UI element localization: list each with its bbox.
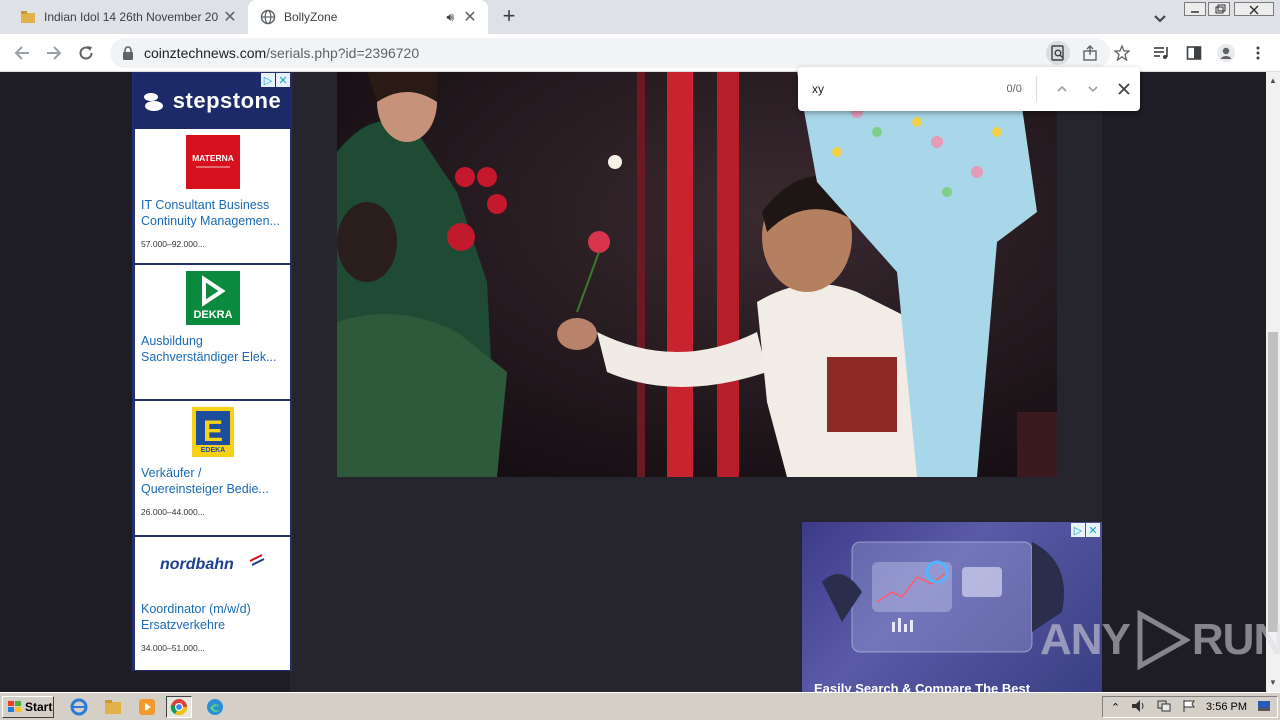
tab-bollyzone[interactable]: BollyZone 🔊︎ ✕ (248, 0, 488, 34)
page-scrollbar[interactable]: ▲ ▼ (1266, 72, 1280, 692)
find-in-page-icon[interactable] (1046, 41, 1070, 65)
web-page: stepstone ▷ ✕ MATERNA IT Consultant Busi… (0, 72, 1266, 692)
svg-text:nordbahn: nordbahn (160, 556, 234, 573)
media-player-icon[interactable] (134, 696, 160, 718)
clock[interactable]: 3:56 PM (1206, 701, 1247, 713)
ad-listing[interactable]: MATERNA IT Consultant Business Continuit… (135, 129, 290, 263)
edge-icon[interactable] (202, 696, 228, 718)
ad-job-title-cont[interactable]: Ersatzverkehre (141, 617, 284, 633)
windows-logo-icon (8, 701, 21, 712)
ad-job-title-cont[interactable]: Sachverständiger Elek... (141, 349, 284, 365)
svg-text:DEKRA: DEKRA (193, 309, 232, 321)
chevron-down-icon[interactable] (1150, 8, 1170, 28)
watermark-text-left: ANY (1040, 615, 1131, 664)
svg-text:E: E (202, 415, 222, 448)
nordbahn-logo-icon: nordbahn (160, 554, 264, 573)
scroll-down-arrow-icon[interactable]: ▼ (1269, 678, 1277, 687)
left-ad-banner[interactable]: stepstone ▷ ✕ MATERNA IT Consultant Busi… (132, 72, 292, 671)
ad-job-title[interactable]: Ausbildung (141, 333, 284, 349)
close-window-icon[interactable] (1234, 2, 1274, 16)
dekra-logo-icon: DEKRA (185, 271, 240, 325)
scrollbar-thumb[interactable] (1268, 332, 1278, 632)
start-button[interactable]: Start (2, 696, 54, 718)
ad-close-icon[interactable]: ✕ (276, 73, 290, 87)
find-bar: 0/0 (798, 67, 1140, 111)
audio-playing-icon[interactable]: 🔊︎ (446, 10, 454, 25)
tray-expand-icon[interactable]: ⌃ (1111, 701, 1120, 714)
ad-brand-name: stepstone (172, 88, 282, 113)
ad-salary: 34.000–51.000... (141, 643, 205, 653)
find-match-count: 0/0 (1006, 83, 1022, 95)
materna-logo-icon: MATERNA (185, 135, 240, 189)
kebab-menu-icon[interactable] (1246, 41, 1270, 65)
ad-choices-icon[interactable]: ▷ (1071, 523, 1085, 537)
tab-title: BollyZone (284, 10, 338, 24)
anyrun-watermark: ANY RUN (1040, 610, 1280, 670)
chrome-icon[interactable] (166, 696, 192, 718)
windows-taskbar: Start ⌃ 3:56 PM (0, 692, 1280, 720)
ad-listing[interactable]: nordbahn Koordinator (m/w/d) Ersatzverke… (135, 537, 290, 670)
media-controls-icon[interactable] (1150, 41, 1174, 65)
close-icon[interactable] (1109, 73, 1140, 105)
ad-job-title[interactable]: Verkäufer / (141, 465, 284, 481)
address-bar[interactable]: coinztechnews.com/serials.php?id=2396720 (110, 38, 1110, 68)
share-icon[interactable] (1078, 41, 1102, 65)
video-player[interactable] (337, 72, 1057, 477)
chevron-up-icon[interactable] (1047, 73, 1078, 105)
scroll-up-arrow-icon[interactable]: ▲ (1269, 76, 1277, 85)
ad-caption[interactable]: Easily Search & Compare The Best (814, 681, 1030, 692)
close-tab-icon[interactable]: ✕ (218, 5, 242, 29)
url-host: coinztechnews.com (144, 45, 267, 61)
internet-explorer-icon[interactable] (66, 696, 92, 718)
restore-window-icon[interactable] (1208, 2, 1230, 16)
minimize-window-icon[interactable] (1184, 2, 1206, 16)
video-frame-image (337, 72, 1057, 477)
action-center-flag-icon[interactable] (1182, 699, 1196, 716)
ad-close-icon[interactable]: ✕ (1086, 523, 1100, 537)
globe-favicon-icon (260, 9, 276, 25)
ad-listing[interactable]: DEKRA Ausbildung Sachverständiger Elek..… (135, 265, 290, 399)
ad-choices-icon[interactable]: ▷ (261, 73, 275, 87)
profile-avatar-icon[interactable] (1214, 41, 1238, 65)
reload-icon[interactable] (74, 41, 98, 65)
ad-job-title[interactable]: IT Consultant Business (141, 197, 284, 213)
chevron-down-icon[interactable] (1078, 73, 1109, 105)
svg-text:MATERNA: MATERNA (192, 153, 234, 163)
bookmark-star-icon[interactable] (1110, 41, 1134, 65)
ad-job-title-cont[interactable]: Continuity Managemen... (141, 213, 284, 229)
url-path: /serials.php?id=2396720 (266, 45, 420, 61)
ad-job-title-cont[interactable]: Quereinsteiger Bedie... (141, 481, 284, 497)
close-tab-icon[interactable]: ✕ (458, 5, 482, 29)
ad-listing[interactable]: E EDEKA Verkäufer / Quereinsteiger Bedie… (135, 401, 290, 535)
new-tab-button[interactable]: + (496, 5, 522, 29)
system-tray: ⌃ 3:56 PM (1102, 696, 1278, 718)
lock-icon[interactable] (122, 46, 134, 60)
edeka-logo-icon: E EDEKA (191, 407, 234, 457)
forward-arrow-icon[interactable] (42, 41, 66, 65)
find-input[interactable] (812, 82, 978, 96)
folder-favicon-icon (20, 9, 36, 25)
stepstone-logo-icon (143, 93, 163, 111)
volume-icon[interactable] (1130, 699, 1146, 716)
ad-salary: 26.000–44.000... (141, 507, 205, 517)
ad-job-title[interactable]: Koordinator (m/w/d) (141, 601, 284, 617)
tab-strip: Indian Idol 14 26th November 2023 ✕ Boll… (0, 0, 1280, 34)
find-separator (1035, 76, 1037, 102)
network-icon[interactable] (1156, 699, 1172, 716)
start-label: Start (25, 700, 53, 714)
show-desktop-icon[interactable] (1257, 700, 1271, 715)
svg-text:EDEKA: EDEKA (200, 447, 225, 454)
file-explorer-icon[interactable] (100, 696, 126, 718)
watermark-text-right: RUN (1191, 615, 1280, 664)
back-arrow-icon[interactable] (10, 41, 34, 65)
play-triangle-icon (1137, 610, 1190, 670)
ad-salary: 57.000–92.000... (141, 239, 205, 249)
tab-title: Indian Idol 14 26th November 2023 (44, 10, 218, 24)
side-panel-icon[interactable] (1182, 41, 1206, 65)
tab-indian-idol[interactable]: Indian Idol 14 26th November 2023 ✕ (8, 0, 248, 34)
